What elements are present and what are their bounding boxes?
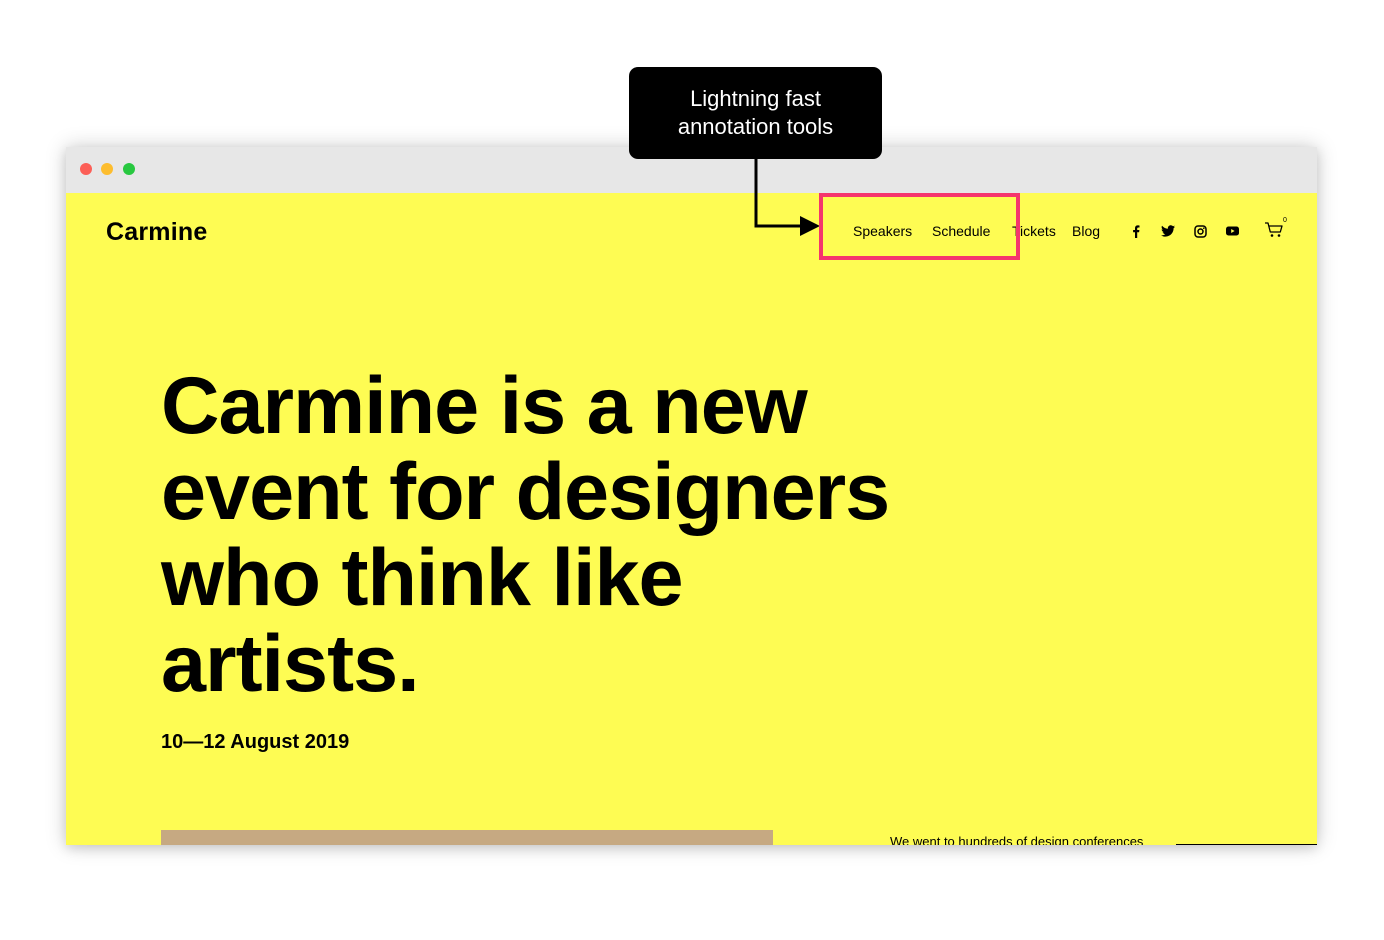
instagram-icon[interactable] [1193, 224, 1207, 238]
site-logo[interactable]: Carmine [106, 218, 207, 247]
headline-line: artists. [161, 619, 420, 709]
cart-count-badge: 0 [1283, 217, 1287, 224]
twitter-icon[interactable] [1161, 224, 1175, 238]
hero-headline: Carmine is a new event for designers who… [161, 363, 1061, 707]
annotation-highlight-box [819, 193, 1020, 260]
close-window-button[interactable] [80, 163, 92, 175]
intro-divider [1176, 844, 1317, 845]
youtube-icon[interactable] [1225, 224, 1239, 238]
callout-line: annotation tools [677, 114, 834, 139]
intro-text: We went to hundreds of design conference… [890, 834, 1144, 845]
nav-blog[interactable]: Blog [1072, 223, 1100, 239]
zoom-window-button[interactable] [123, 163, 135, 175]
callout-line: Lightning fast [690, 86, 821, 111]
headline-line: Carmine is a new [161, 361, 808, 451]
website-page: Carmine Speakers Schedule Tickets Blog 0… [66, 193, 1317, 845]
headline-line: who think like [161, 533, 684, 623]
annotation-callout: Lightning fast annotation tools [629, 67, 882, 159]
event-date: 10—12 August 2019 [161, 731, 350, 753]
minimize-window-button[interactable] [101, 163, 113, 175]
headline-line: event for designers [161, 447, 890, 537]
annotation-arrow [754, 158, 820, 236]
facebook-icon[interactable] [1129, 224, 1143, 238]
browser-window: Carmine Speakers Schedule Tickets Blog 0… [66, 147, 1317, 845]
hero-image [161, 830, 773, 845]
